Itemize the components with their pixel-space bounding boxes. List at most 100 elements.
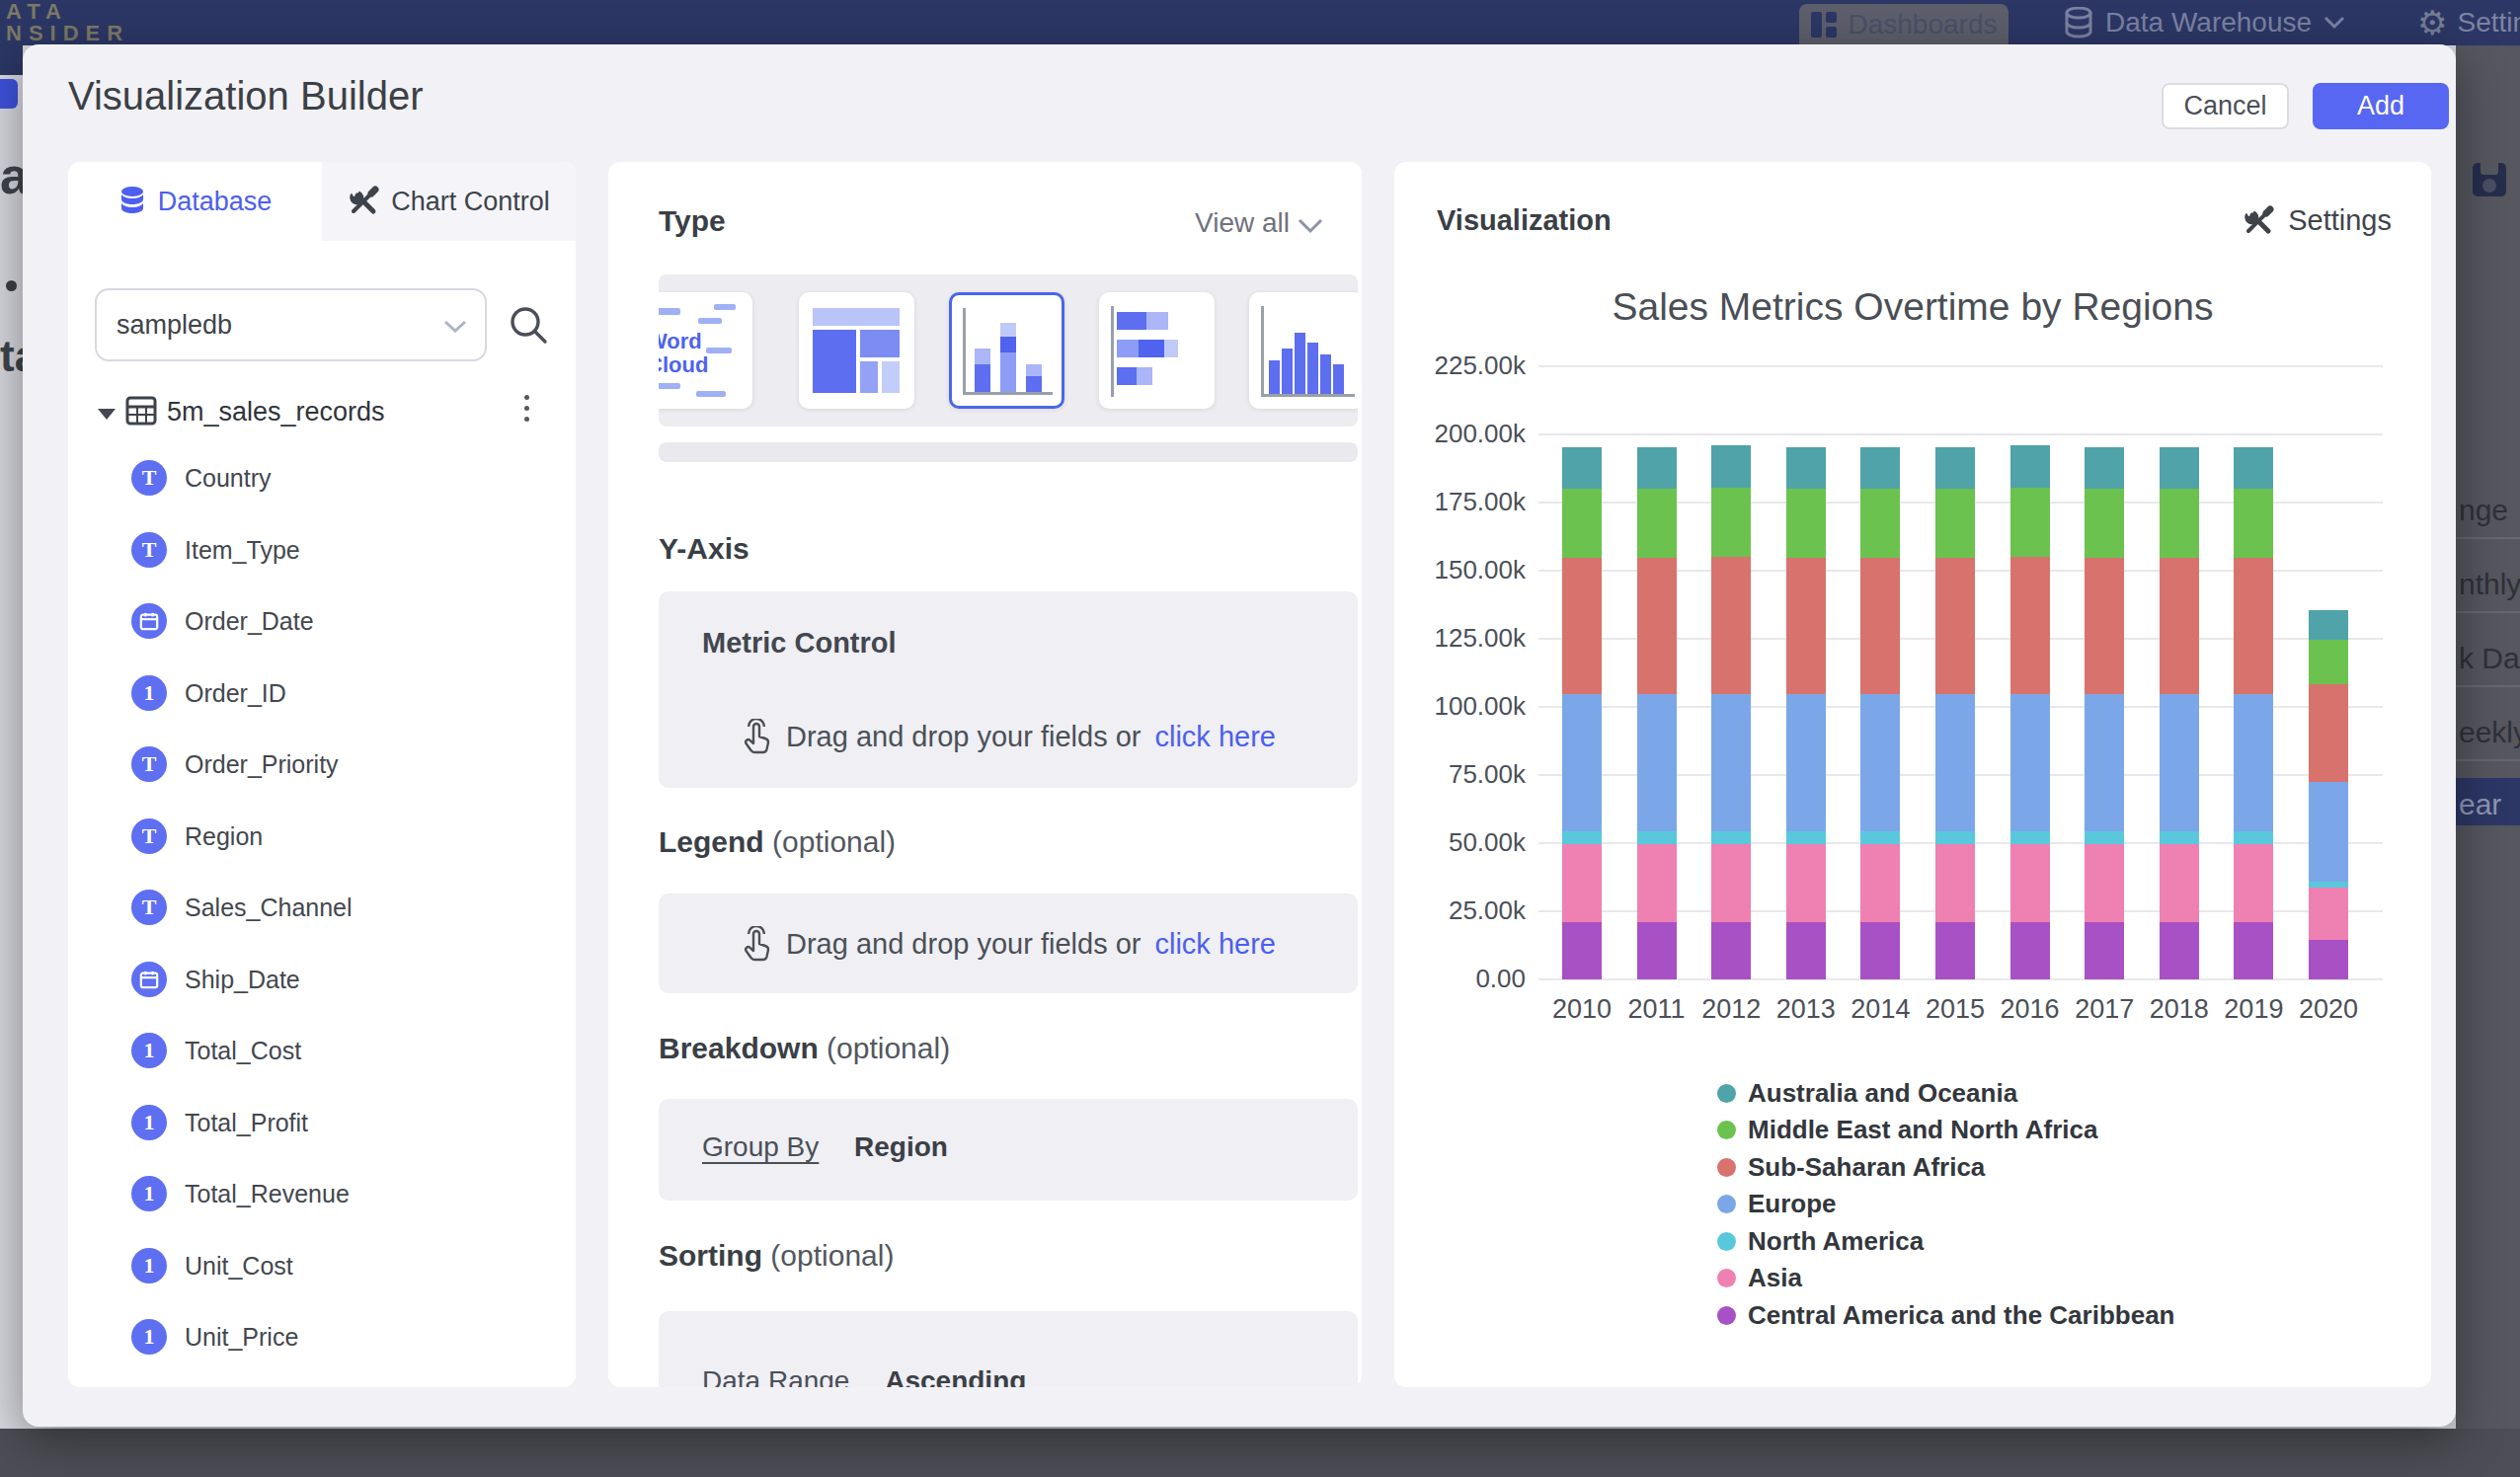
settings-button[interactable]: Settings (2243, 204, 2392, 237)
database-select[interactable]: sampledb (95, 288, 487, 361)
bar-segment (1637, 558, 1677, 695)
bar-segment (2234, 447, 2273, 489)
save-icon (2473, 163, 2506, 196)
page-behind-bottom-band (0, 1429, 2520, 1477)
chart-type-tile-stacked-bar[interactable] (1099, 292, 1215, 409)
bar-segment (2085, 558, 2124, 695)
x-axis-tick: 2010 (1542, 994, 1621, 1025)
text-icon: T (131, 460, 167, 496)
click-here-link[interactable]: click here (1154, 721, 1276, 753)
view-all-dropdown[interactable]: View all (1122, 207, 1290, 239)
bar-segment (2085, 831, 2124, 844)
sorting-field-label[interactable]: Data Range (702, 1365, 849, 1387)
table-tree-row[interactable]: 5m_sales_records (68, 389, 576, 438)
bar-2018[interactable] (2160, 366, 2199, 979)
group-by-label[interactable]: Group By (702, 1131, 819, 1162)
page-behind-left-chip (0, 79, 18, 109)
bar-2010[interactable] (1562, 366, 1602, 979)
chart-type-tile-stacked-column[interactable] (949, 292, 1064, 409)
nav-item-data-warehouse[interactable]: Data Warehouse (2064, 0, 2345, 45)
legend-item[interactable]: Australia and Oceania (1717, 1074, 2017, 1112)
bar-segment (1935, 558, 1975, 695)
field-row[interactable]: 1 Total_Cost (68, 1017, 576, 1088)
bar-segment (1711, 922, 1751, 979)
field-row[interactable]: 1Order_ID (68, 660, 576, 731)
metric-dropzone[interactable]: Metric Control Drag and drop your fields… (659, 591, 1358, 788)
chevron-down-icon (443, 320, 467, 334)
legend-label: Central America and the Caribbean (1748, 1300, 2175, 1331)
field-row[interactable]: 1Total_Profit (68, 1089, 576, 1160)
field-row[interactable]: Ship_Date (68, 946, 576, 1017)
bar-2017[interactable] (2085, 366, 2124, 979)
cancel-button[interactable]: Cancel (2162, 83, 2289, 129)
bar-segment (2234, 694, 2273, 831)
y-axis-tick: 125.00k (1407, 623, 1526, 654)
bar-segment (2234, 489, 2273, 558)
bar-2015[interactable] (1935, 366, 1975, 979)
legend-item[interactable]: Asia (1717, 1260, 1802, 1297)
database-select-value: sampledb (117, 310, 232, 341)
caret-down-icon[interactable] (98, 409, 116, 420)
legend-dot (1717, 1121, 1736, 1139)
sorting-box[interactable]: Data Range Ascending (659, 1311, 1358, 1387)
legend-dot (1717, 1084, 1736, 1103)
x-axis-tick: 2019 (2214, 994, 2293, 1025)
field-row[interactable]: 1Total_Revenue (68, 1160, 576, 1231)
bar-segment (2234, 558, 2273, 695)
carousel-scrollbar[interactable] (659, 442, 1358, 462)
legend-item[interactable]: Middle East and North Africa (1717, 1112, 2097, 1149)
bar-2020[interactable] (2309, 366, 2348, 979)
field-name: Unit_Cost (185, 1252, 293, 1281)
chart-type-tile-treemap[interactable] (799, 292, 914, 409)
field-row[interactable]: TSales_Channel (68, 874, 576, 945)
legend-dropzone[interactable]: Drag and drop your fields or click here (659, 894, 1358, 993)
x-axis-tick: 2012 (1692, 994, 1771, 1025)
nav-item-dashboards[interactable]: Dashboards (1799, 4, 2008, 45)
kebab-menu-icon[interactable] (524, 395, 529, 422)
field-row[interactable]: TRegion (68, 803, 576, 874)
legend-item[interactable]: Central America and the Caribbean (1717, 1296, 2175, 1334)
text-icon: T (131, 890, 167, 925)
bar-segment (2010, 488, 2050, 557)
search-icon[interactable] (508, 304, 549, 346)
bar-segment (2085, 447, 2124, 489)
legend-item[interactable]: Sub-Saharan Africa (1717, 1148, 1985, 1186)
stacked-bar-chart: 225.00k200.00k175.00k150.00k125.00k100.0… (1538, 366, 2383, 979)
bar-2019[interactable] (2234, 366, 2273, 979)
field-row[interactable]: TCountry (68, 444, 576, 515)
field-row[interactable]: 1Unit_Price (68, 1303, 576, 1374)
bar-2012[interactable] (1711, 366, 1751, 979)
bar-segment (1711, 831, 1751, 844)
tab-chart-control[interactable]: Chart Control (322, 162, 576, 241)
chart-type-tile-wordcloud[interactable]: WordCloud (659, 292, 752, 409)
legend-label: North America (1748, 1226, 1924, 1257)
chart-type-tile-histogram[interactable] (1249, 292, 1358, 409)
field-row[interactable]: 1Unit_Cost (68, 1232, 576, 1303)
add-button[interactable]: Add (2313, 83, 2449, 129)
metric-control-label: Metric Control (702, 627, 897, 660)
bar-segment (2234, 844, 2273, 922)
breakdown-groupby-box[interactable]: Group By Region (659, 1099, 1358, 1201)
legend-item[interactable]: Europe (1717, 1186, 1837, 1223)
number-icon: 1 (131, 1176, 167, 1211)
legend-label: Europe (1748, 1189, 1837, 1219)
bar-2014[interactable] (1860, 366, 1900, 979)
field-row[interactable]: TItem_Type (68, 516, 576, 587)
click-here-link[interactable]: click here (1154, 928, 1276, 961)
bar-2011[interactable] (1637, 366, 1677, 979)
field-row[interactable]: TOrder_Priority (68, 731, 576, 802)
field-name: Total_Cost (185, 1037, 301, 1065)
y-axis-tick: 175.00k (1407, 487, 1526, 517)
tab-database[interactable]: Database (68, 162, 322, 241)
bar-segment (2309, 684, 2348, 781)
page-behind-row: k Date (2459, 642, 2520, 675)
chevron-down-icon (1298, 218, 1323, 234)
legend-item[interactable]: North America (1717, 1222, 1924, 1260)
bar-2013[interactable] (1786, 366, 1826, 979)
nav-item-settings[interactable]: ⚙ Settin (2417, 0, 2520, 45)
field-row[interactable]: Order_Date (68, 587, 576, 659)
field-name: Order_Priority (185, 750, 339, 779)
number-icon: 1 (131, 1033, 167, 1068)
bar-2016[interactable] (2010, 366, 2050, 979)
bar-segment (1637, 489, 1677, 558)
